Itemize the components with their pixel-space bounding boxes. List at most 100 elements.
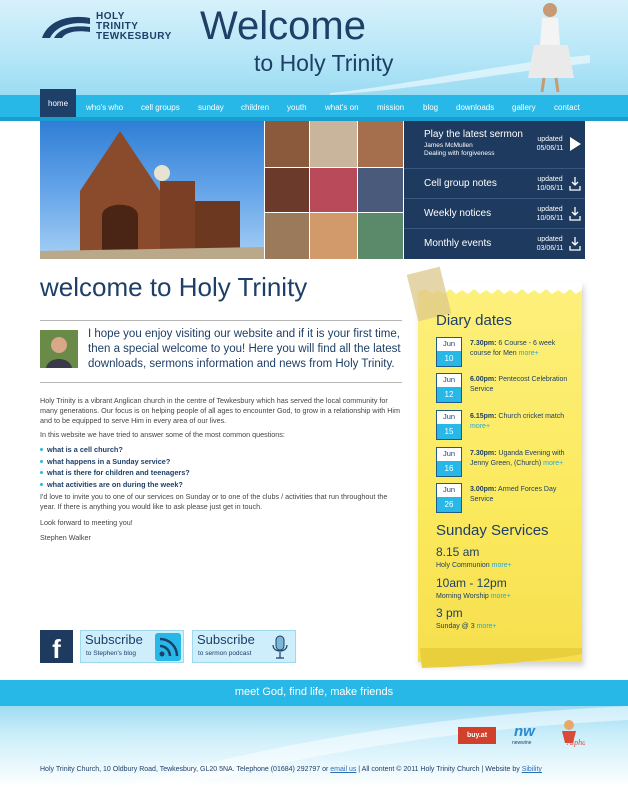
downloads-panel: Play the latest sermon James McMullen De… [404,121,585,259]
weekly-notices-row[interactable]: Weekly notices updated 10/06/11 [404,199,585,229]
plus-icon: + [485,423,491,430]
buyat-badge[interactable]: buy.at [458,727,496,744]
gallery-photo [358,121,403,167]
date-month: Jun [442,412,456,421]
date-badge: Jun 15 [436,410,462,440]
date-day: 10 [437,351,461,366]
more-link[interactable]: more [477,623,493,630]
plus-icon: + [492,623,497,630]
facebook-icon[interactable]: f [40,630,73,664]
panel-title: Weekly notices [424,208,492,219]
more-link[interactable]: more [470,423,486,430]
services-title: Sunday Services [436,522,549,539]
plus-icon: + [506,593,511,600]
service-item: Sunday @ 3 more+ [436,623,497,630]
updated-stamp: updated 10/06/11 [534,205,566,223]
event-time: 6.00pm: [470,376,497,383]
date-day: 16 [437,461,461,476]
updated-label: updated [537,236,563,243]
updated-stamp: updated 03/06/11 [534,235,566,253]
questions-intro: In this website we have tried to answer … [40,430,285,439]
gallery-photo [265,213,309,259]
service-desc: Holy Communion [436,562,490,569]
more-link[interactable]: more [519,350,535,357]
subscribe-desc: to Stephen's blog [86,650,137,657]
updated-date: 05/06/11 [536,145,564,152]
date-month: Jun [442,485,456,494]
question-link[interactable]: what is there for children and teenagers… [40,467,402,479]
date-badge: Jun 10 [436,337,462,367]
logo-text: HOLY TRINITY TEWKESBURY [96,12,172,42]
nav-item-home[interactable]: home [40,89,77,119]
credit-link[interactable]: Sibility [522,766,542,773]
gallery-photo [310,213,357,259]
tagline: meet God, find life, make friends [234,686,394,698]
gallery-photo [310,121,357,167]
subscribe-title: Subscribe [197,632,255,647]
updated-label: updated [537,136,563,143]
panel-title: Play the latest sermon [424,129,523,140]
service-desc: Sunday @ 3 [436,623,475,630]
date-badge: Jun 26 [436,483,462,513]
note-curl [420,648,582,668]
diary-event: 7.30pm: Uganda Evening with Jenny Green,… [470,449,578,469]
church-photo [40,121,264,259]
svg-text:nw: nw [514,723,536,740]
page-title: welcome to Holy Trinity [40,272,308,302]
gallery-photo [358,213,403,259]
date-day: 26 [437,497,461,512]
question-link[interactable]: what happens in a Sunday service? [40,456,402,468]
download-icon [569,237,581,251]
avatar [40,330,78,368]
service-time: 8.15 am [436,545,480,559]
sermon-title: Dealing with forgiveness [424,150,495,157]
diary-event: 3.00pm: Armed Forces Day Service [470,485,578,505]
more-link[interactable]: more [491,593,507,600]
footer-address: Holy Trinity Church, 10 Oldbury Road, Te… [40,766,331,773]
event-time: 6.15pm: [470,413,497,420]
sermon-speaker: James McMullen [424,142,473,149]
invite-paragraph: I'd love to invite you to one of our ser… [40,492,388,511]
updated-date: 03/06/11 [536,245,564,252]
cell-group-notes-row[interactable]: Cell group notes updated 10/06/11 [404,169,585,199]
diary-event: 6.15pm: Church cricket match more+ [470,412,578,432]
plus-icon: + [507,562,512,569]
diary-title: Diary dates [436,312,512,329]
question-link[interactable]: what is a cell church? [40,444,402,456]
updated-stamp: updated 10/06/11 [534,175,566,193]
latest-sermon-row[interactable]: Play the latest sermon James McMullen De… [404,121,585,169]
about-paragraph: Holy Trinity is a vibrant Anglican churc… [40,396,400,425]
logo-arch-icon [42,16,90,38]
subscribe-desc: to sermon podcast [198,650,252,657]
question-link[interactable]: what activities are on during the week? [40,479,402,491]
email-link[interactable]: email us [330,766,356,773]
gallery-photo [358,168,403,212]
monthly-events-row[interactable]: Monthly events updated 03/06/11 [404,229,585,259]
svg-text:Alpha: Alpha [566,738,585,747]
updated-label: updated [537,176,563,183]
event-time: 7.30pm: [470,340,497,347]
dancer-image [528,3,574,93]
new-wine-logo[interactable]: nw newwine [510,720,546,746]
site-logo[interactable]: HOLY TRINITY TEWKESBURY [40,12,200,52]
date-day: 15 [437,424,461,439]
intro-text: I hope you enjoy visiting our website an… [88,328,401,370]
more-link[interactable]: more [543,460,559,467]
signature: Stephen Walker [40,533,91,542]
alpha-logo[interactable]: Alpha [553,715,585,747]
service-time: 3 pm [436,606,463,620]
event-time: 7.30pm: [470,450,497,457]
date-month: Jun [442,339,456,348]
subscribe-podcast-button[interactable]: Subscribe to sermon podcast [192,630,296,663]
event-time: 3.00pm: [470,486,497,493]
subscribe-blog-button[interactable]: Subscribe to Stephen's blog [80,630,184,663]
gallery-photo [310,168,357,212]
updated-label: updated [537,206,563,213]
diary-event: 6.00pm: Pentecost Celebration Service [470,375,578,395]
download-icon [569,207,581,221]
date-month: Jun [442,375,456,384]
more-link[interactable]: more [492,562,508,569]
divider [40,320,402,321]
panel-title: Cell group notes [424,178,497,189]
updated-date: 10/06/11 [536,185,564,192]
